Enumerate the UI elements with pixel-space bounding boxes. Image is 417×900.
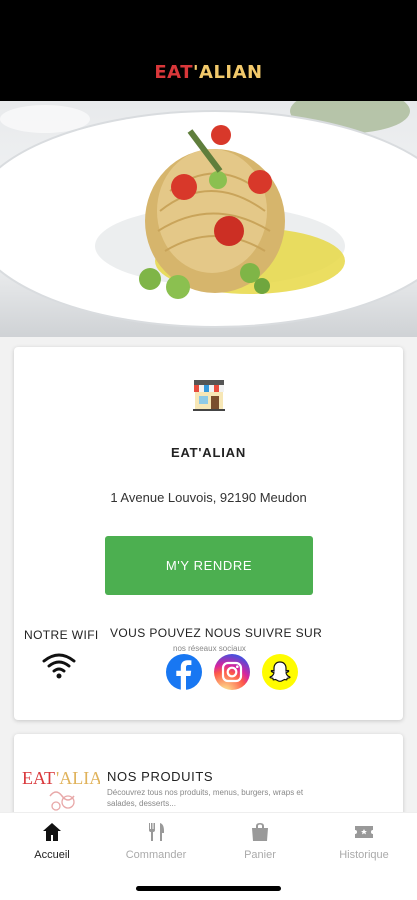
app-title: EAT'ALIAN [0, 62, 417, 83]
top-bar: EAT'ALIAN [0, 0, 417, 101]
ticket-icon [355, 826, 373, 838]
bag-icon [252, 823, 268, 841]
svg-text:EAT: EAT [22, 768, 55, 788]
snapchat-icon[interactable] [262, 654, 298, 690]
tab-historique-label: Historique [339, 849, 389, 861]
hero-image [0, 101, 417, 337]
facebook-icon[interactable] [166, 654, 202, 690]
directions-button[interactable]: M'Y RENDRE [105, 536, 313, 595]
wifi-title: NOTRE WIFI [24, 628, 99, 642]
restaurant-address: 1 Avenue Louvois, 92190 Meudon [110, 490, 307, 505]
tab-accueil-label: Accueil [34, 849, 70, 861]
restaurant-card: EAT'ALIAN 1 Avenue Louvois, 92190 Meudon… [14, 347, 403, 720]
tab-historique[interactable]: Historique [312, 821, 416, 861]
storefront-icon [191, 378, 227, 417]
tab-accueil[interactable]: Accueil [0, 821, 104, 861]
svg-text:'ALIAN: 'ALIAN [56, 768, 100, 788]
tab-panier[interactable]: Panier [208, 821, 312, 861]
wifi-icon[interactable] [42, 652, 76, 685]
app-title-part1: EAT [154, 62, 193, 83]
restaurant-logo: EAT 'ALIAN [20, 764, 115, 819]
app-title-part2: 'ALIAN [193, 62, 263, 83]
instagram-icon[interactable] [214, 654, 250, 690]
social-title: VOUS POUVEZ NOUS SUIVRE SUR [110, 626, 323, 640]
tab-commander[interactable]: Commander [104, 821, 208, 861]
social-subtitle: nos réseaux sociaux [173, 644, 246, 653]
tab-panier-label: Panier [244, 849, 276, 861]
home-indicator[interactable] [136, 886, 281, 891]
home-icon [43, 823, 61, 841]
cutlery-icon [149, 823, 164, 841]
products-title: NOS PRODUITS [107, 769, 214, 784]
tab-commander-label: Commander [125, 849, 187, 861]
products-description: Découvrez tous nos produits, menus, burg… [107, 788, 304, 808]
restaurant-name: EAT'ALIAN [170, 445, 247, 460]
